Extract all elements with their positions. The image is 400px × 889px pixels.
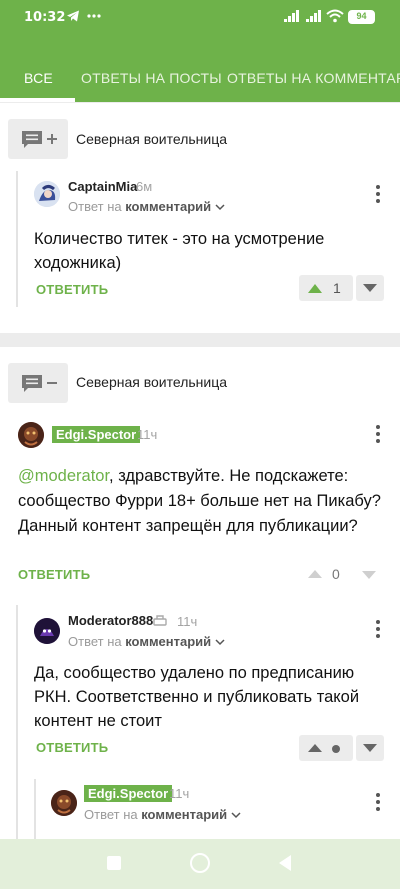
- upvote-icon: [308, 284, 322, 293]
- signal-2-icon: [306, 9, 324, 26]
- recents-icon[interactable]: [107, 856, 121, 870]
- reply-to-link[interactable]: Ответ на комментарий: [68, 634, 225, 649]
- reply-button[interactable]: ОТВЕТИТЬ: [18, 567, 90, 582]
- thread-line: [16, 171, 18, 307]
- back-icon[interactable]: [277, 854, 293, 872]
- downvote-button[interactable]: [356, 275, 384, 301]
- thread-line: [16, 605, 18, 839]
- comment-card-1: Северная воительница CaptainMia 6м Ответ…: [0, 103, 400, 333]
- author-badge[interactable]: Edgi.Spector: [52, 426, 141, 443]
- signal-icon: [284, 9, 302, 26]
- comment-time: 6м: [136, 179, 153, 194]
- comment-text: Да, сообщество удалено по предписанию РК…: [34, 664, 360, 730]
- more-options-icon[interactable]: [370, 185, 386, 205]
- collapse-thread-button[interactable]: [8, 363, 68, 403]
- vote-box: 1: [299, 275, 353, 301]
- tab-all[interactable]: ВСЕ: [24, 70, 53, 86]
- tab-bar: ВСЕ ОТВЕТЫ НА ПОСТЫ ОТВЕТЫ НА КОММЕНТАРИ…: [0, 34, 400, 102]
- reply-to-link[interactable]: Ответ на комментарий: [84, 807, 241, 822]
- comment-time: 11ч: [169, 786, 190, 801]
- comment-text: @moderator, здравствуйте. Не подскажете:…: [18, 467, 381, 535]
- downvote-icon: [363, 284, 377, 292]
- vote-box: [299, 735, 353, 761]
- mention-link[interactable]: @moderator: [18, 467, 109, 485]
- telegram-icon: [66, 9, 80, 26]
- upvote-icon: [308, 744, 322, 752]
- post-title[interactable]: Северная воительница: [76, 374, 227, 390]
- status-bar: 10:32 94: [0, 0, 400, 34]
- comment-time: 11ч: [177, 614, 198, 629]
- battery-icon: 94: [348, 10, 375, 24]
- comment-author[interactable]: CaptainMia: [68, 179, 137, 194]
- avatar[interactable]: [18, 422, 44, 448]
- expand-thread-button[interactable]: [8, 119, 68, 159]
- comment-collapse-icon: [22, 375, 57, 392]
- more-options-icon[interactable]: [370, 425, 386, 445]
- chevron-down-icon: [231, 812, 241, 819]
- comment-time: 11ч: [137, 427, 158, 442]
- author-badge[interactable]: Edgi.Spector: [84, 785, 173, 802]
- system-nav-bar: [0, 839, 400, 889]
- downvote-icon[interactable]: [361, 570, 377, 580]
- post-title[interactable]: Северная воительница: [76, 131, 227, 147]
- reply-to-link[interactable]: Ответ на комментарий: [68, 199, 225, 214]
- more-notifications-icon: [86, 8, 102, 25]
- more-options-icon[interactable]: [370, 793, 386, 813]
- home-icon[interactable]: [190, 853, 210, 873]
- reply-button[interactable]: ОТВЕТИТЬ: [36, 282, 108, 297]
- downvote-button[interactable]: [356, 735, 384, 761]
- comment-text: Количество титек - это на усмотрение ход…: [34, 230, 325, 272]
- chevron-down-icon: [215, 639, 225, 646]
- tab-post-replies[interactable]: ОТВЕТЫ НА ПОСТЫ: [81, 70, 222, 86]
- avatar[interactable]: [34, 181, 60, 207]
- avatar[interactable]: [51, 790, 77, 816]
- thread-line: [34, 779, 36, 839]
- active-tab-indicator: [0, 98, 75, 102]
- comment-expand-icon: [22, 131, 57, 148]
- rating-value: 1: [333, 280, 341, 296]
- rating-value: 0: [332, 566, 340, 582]
- comment-author[interactable]: Moderator888: [68, 613, 153, 628]
- rating-hidden-dot: [332, 745, 340, 753]
- comment-card-2: Северная воительница Edgi.Spector 11ч @m…: [0, 347, 400, 839]
- status-time: 10:32: [24, 10, 66, 25]
- reply-button[interactable]: ОТВЕТИТЬ: [36, 740, 108, 755]
- wifi-icon: [326, 9, 344, 26]
- chevron-down-icon: [215, 204, 225, 211]
- moderator-icon: [153, 615, 167, 626]
- upvote-icon[interactable]: [307, 569, 323, 579]
- tab-comment-replies[interactable]: ОТВЕТЫ НА КОММЕНТАРИИ: [227, 70, 400, 86]
- downvote-icon: [363, 744, 377, 752]
- moderator-avatar[interactable]: [34, 618, 60, 644]
- more-options-icon[interactable]: [370, 620, 386, 640]
